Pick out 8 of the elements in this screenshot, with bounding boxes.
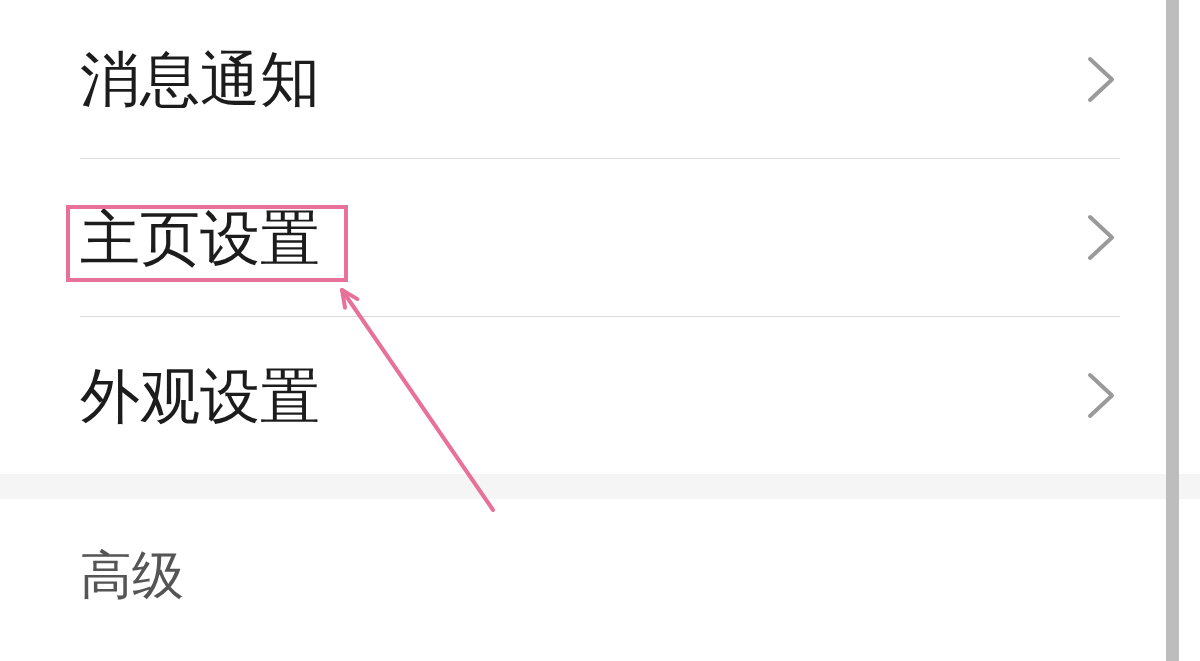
chevron-right-icon bbox=[1087, 372, 1115, 419]
chevron-right-icon bbox=[1087, 214, 1115, 261]
section-header: 高级 bbox=[80, 545, 184, 605]
scrollbar[interactable] bbox=[1166, 0, 1179, 661]
menu-item-label[interactable]: 外观设置 bbox=[80, 365, 320, 426]
menu-item-label[interactable]: 主页设置 bbox=[80, 207, 320, 268]
menu-item-label[interactable]: 消息通知 bbox=[80, 49, 320, 109]
chevron-right-icon bbox=[1087, 55, 1115, 103]
